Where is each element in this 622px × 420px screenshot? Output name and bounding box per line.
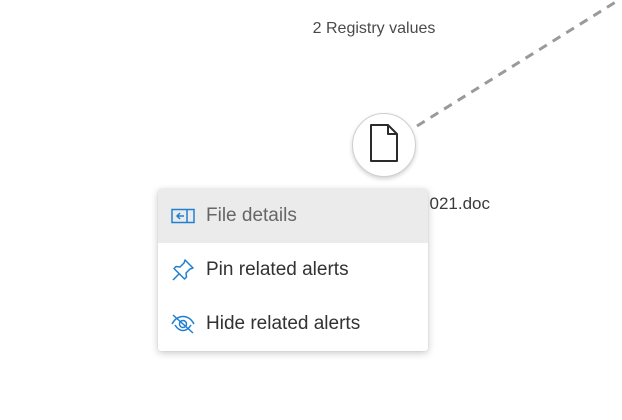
pin-icon	[170, 257, 196, 283]
menu-item-label: Pin related alerts	[206, 259, 349, 280]
menu-item-pin-related-alerts[interactable]: Pin related alerts	[158, 243, 428, 297]
graph-canvas: 2 Registry values 021.doc File details P…	[0, 0, 622, 420]
menu-item-label: Hide related alerts	[206, 313, 361, 334]
menu-item-hide-related-alerts[interactable]: Hide related alerts	[158, 297, 428, 351]
registry-values-label: 2 Registry values	[312, 20, 436, 37]
menu-item-label: File details	[206, 205, 297, 226]
eye-hidden-icon	[170, 311, 196, 337]
file-details-icon	[170, 203, 196, 229]
file-node[interactable]	[352, 113, 416, 177]
document-icon	[367, 123, 401, 168]
menu-item-file-details[interactable]: File details	[158, 189, 428, 243]
context-menu: File details Pin related alerts Hide rel…	[158, 189, 428, 351]
